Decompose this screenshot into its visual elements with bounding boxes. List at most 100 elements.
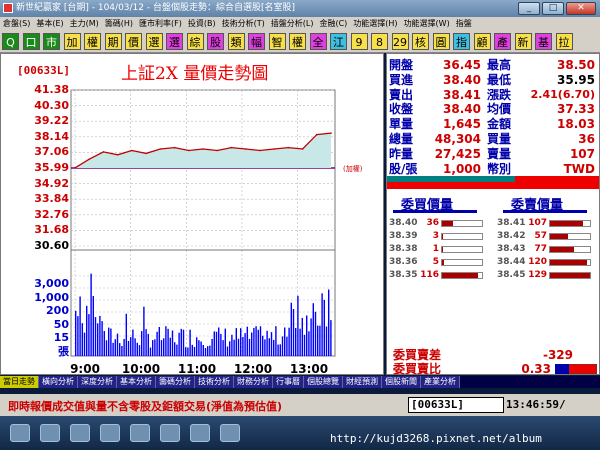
menu-item[interactable]: 插盤分析(L) [268,17,317,31]
buy-sell-strip [387,176,599,189]
asks-price[interactable]: 38.43 [497,244,525,255]
tab-10[interactable]: 個股新聞 [382,376,421,388]
minimize-button[interactable]: _ [518,2,540,15]
volume-bar [110,328,112,356]
volume-bar [275,326,277,356]
menu-item[interactable]: 籌碼(H) [102,17,136,31]
browser-icon[interactable] [70,424,90,442]
volume-bar [77,316,79,356]
toolbar-button[interactable]: 智 [268,33,286,50]
volume-bar [255,326,257,356]
tab-0[interactable]: 當日走勢 [0,376,39,388]
toolbar-button[interactable]: 核 [412,33,429,50]
ratio-label: 委買賣比 [393,362,442,376]
tab-3[interactable]: 基本分析 [117,376,156,388]
tab-1[interactable]: 橫向分析 [39,376,78,388]
app-icon-3[interactable] [160,424,180,442]
app-icon-1[interactable] [100,424,120,442]
menu-item[interactable]: 技術分析(T) [219,17,268,31]
toolbar-button[interactable]: 選 [166,33,183,50]
toolbar-button[interactable]: 綜 [186,33,204,50]
app-icon-4[interactable] [190,424,210,442]
menu-item[interactable]: 金融(C) [316,17,350,31]
toolbar-button[interactable]: Q [2,33,19,50]
menu-item[interactable]: 功能選擇(W) [401,17,453,31]
status-stock-code[interactable]: [00633L] [408,397,504,413]
bids-price[interactable]: 38.40 [389,218,417,229]
tab-11[interactable]: 產業分析 [421,376,460,388]
toolbar-button[interactable]: 期 [104,33,122,50]
toolbar-button[interactable]: 加 [63,33,81,50]
menu-item[interactable]: 倉盤(S) [0,17,33,31]
tab-8[interactable]: 個股總覽 [304,376,343,388]
toolbar-button[interactable]: 股 [207,33,224,50]
toolbar-button[interactable]: 權 [84,33,101,50]
time-tick-label: 9:00 [70,362,100,376]
volume-bar [288,327,290,356]
tab-9[interactable]: 財經預測 [343,376,382,388]
menu-item[interactable]: 投資(B) [185,17,219,31]
toolbar-button[interactable]: 29 [391,33,409,50]
volume-bar [138,345,141,356]
toolbar-button[interactable]: 口 [22,33,40,50]
bids-price[interactable]: 38.36 [389,257,417,268]
toolbar-button[interactable]: 8 [371,33,388,50]
menu-item[interactable]: 主力(M) [67,17,102,31]
volume-bar [105,340,108,356]
tab-6[interactable]: 財務分析 [234,376,273,388]
volume-bar [259,326,262,356]
price-tick-label: 39.22 [34,114,69,128]
asks-qty: 120 [528,257,547,267]
quote-value: 38.40 [443,72,481,87]
menu-item[interactable]: 匯市利率(F) [136,17,185,31]
close-button[interactable]: ✕ [566,2,596,15]
asks-price[interactable]: 38.45 [497,270,525,281]
menu-item[interactable]: 功能選擇(H) [350,17,400,31]
asks-price[interactable]: 38.42 [497,231,525,242]
tab-5[interactable]: 技術分析 [195,376,234,388]
volume-bar [231,334,233,356]
quote-panel: 開盤 36.45 最高 38.50 買進 38.40 最低 35.95 賣出 38.41 漲跌 2.4… [386,53,600,376]
menu-item[interactable]: 指盤 [453,17,475,31]
quote-label: 賣量 [487,146,512,161]
bids-price[interactable]: 38.35 [389,270,417,281]
toolbar-button[interactable]: 顧 [473,33,491,50]
tab-2[interactable]: 深度分析 [78,376,117,388]
start-icon[interactable] [10,424,30,442]
toolbar-button[interactable]: 權 [289,33,306,50]
asks-price[interactable]: 38.44 [497,257,525,268]
toolbar-button[interactable]: 基 [535,33,552,50]
toolbar-button[interactable]: 拉 [555,33,573,50]
volume-bar [174,342,176,356]
tab-7[interactable]: 行事曆 [273,376,304,388]
toolbar-button[interactable]: 幅 [248,33,265,50]
asks-price[interactable]: 38.41 [497,218,525,229]
volume-bar [330,320,332,356]
toolbar-button[interactable]: 指 [453,33,470,50]
toolbar-button[interactable]: 價 [125,33,142,50]
toolbar-button[interactable]: 產 [494,33,511,50]
app-icon-2[interactable] [130,424,150,442]
toolbar-button[interactable]: 全 [309,33,327,50]
toolbar-button[interactable]: 市 [43,33,60,50]
app-icon-5[interactable] [220,424,240,442]
volume-bar [101,321,103,356]
volume-bar [268,338,270,356]
toolbar-button[interactable]: 江 [330,33,347,50]
asks-depth-bar [549,220,591,227]
toolbar-button[interactable]: 圓 [432,33,450,50]
toolbar-button[interactable]: 選 [145,33,163,50]
asks-depth-fill [550,247,574,252]
bids-price[interactable]: 38.38 [389,244,417,255]
menu-item[interactable]: 基本(E) [33,17,66,31]
toolbar-button[interactable]: 類 [227,33,245,50]
volume-bar [237,338,240,356]
price-tick-label: 30.60 [34,239,69,252]
toolbar-button[interactable]: 9 [350,33,368,50]
bids-price[interactable]: 38.39 [389,231,417,242]
price-point [316,133,318,136]
maximize-button[interactable]: □ [542,2,564,15]
tab-4[interactable]: 籌碼分析 [156,376,195,388]
folder-icon[interactable] [40,424,60,442]
toolbar-button[interactable]: 新 [514,33,532,50]
